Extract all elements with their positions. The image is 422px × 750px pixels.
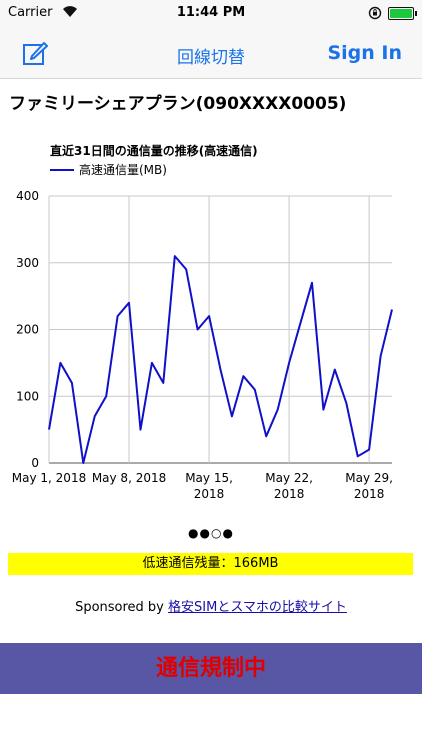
series-line <box>48 255 393 464</box>
sponsor-link[interactable]: 格安SIMとスマホの比較サイト <box>168 600 347 615</box>
battery-icon <box>388 7 417 20</box>
status-bar: Carrier 11:44 PM <box>0 0 422 28</box>
battery-fill <box>390 9 412 18</box>
status-time: 11:44 PM <box>176 5 246 20</box>
chart-title: 直近31日間の通信量の推移(高速通信) <box>50 143 258 158</box>
y-tick-label: 200 <box>16 323 39 337</box>
y-tick-label: 100 <box>16 389 39 403</box>
x-tick-label: May 29, 2018 <box>345 471 393 501</box>
y-tick-label: 300 <box>16 256 39 270</box>
x-tick-label: May 22, 2018 <box>265 471 313 501</box>
x-tick-label: May 1, 2018 <box>12 471 86 485</box>
restriction-status-bar: 通信規制中 <box>0 643 422 694</box>
x-tick-label: May 15, 2018 <box>185 471 233 501</box>
y-tick-label: 400 <box>16 189 39 203</box>
y-tick-label: 0 <box>31 456 39 470</box>
legend-label: 高速通信量(MB) <box>79 162 167 177</box>
usage-line-chart: 直近31日間の通信量の推移(高速通信) 高速通信量(MB) 0 100 200 300… <box>12 143 393 501</box>
sign-in-button[interactable]: Sign In <box>327 42 402 64</box>
low-speed-remaining: 低速通信残量：166MB <box>8 553 413 575</box>
orientation-lock-icon <box>368 6 382 20</box>
page-indicator[interactable]: ●●○● <box>0 526 422 540</box>
x-tick-label: May 8, 2018 <box>92 471 166 485</box>
nav-bar: 回線切替 Sign In <box>0 28 422 79</box>
sponsor-line: Sponsored by 格安SIMとスマホの比較サイト <box>0 596 422 615</box>
sponsor-prefix: Sponsored by <box>75 600 169 615</box>
plan-title: ファミリーシェアプラン(090XXXX0005) <box>9 94 347 114</box>
